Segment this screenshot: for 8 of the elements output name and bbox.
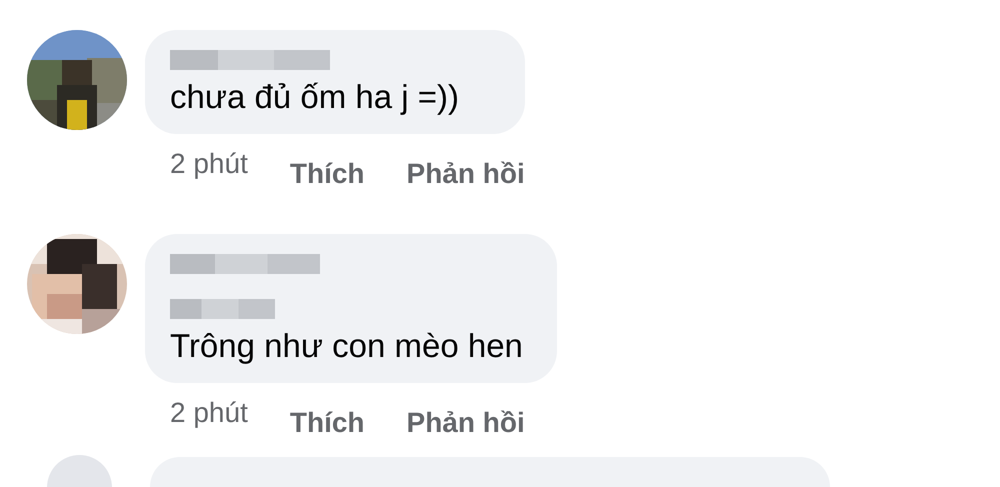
reply-link[interactable]: Phản hồi	[406, 148, 525, 200]
comment-text: chưa đủ ốm ha j =))	[170, 78, 460, 116]
like-link[interactable]: Thích	[290, 397, 365, 449]
like-link[interactable]: Thích	[290, 148, 365, 200]
comment-time: 2 phút	[170, 397, 248, 430]
reply-link[interactable]: Phản hồi	[406, 397, 525, 449]
comment-text: Trông như con mèo hen	[170, 327, 523, 365]
comment-time: 2 phút	[170, 148, 248, 181]
